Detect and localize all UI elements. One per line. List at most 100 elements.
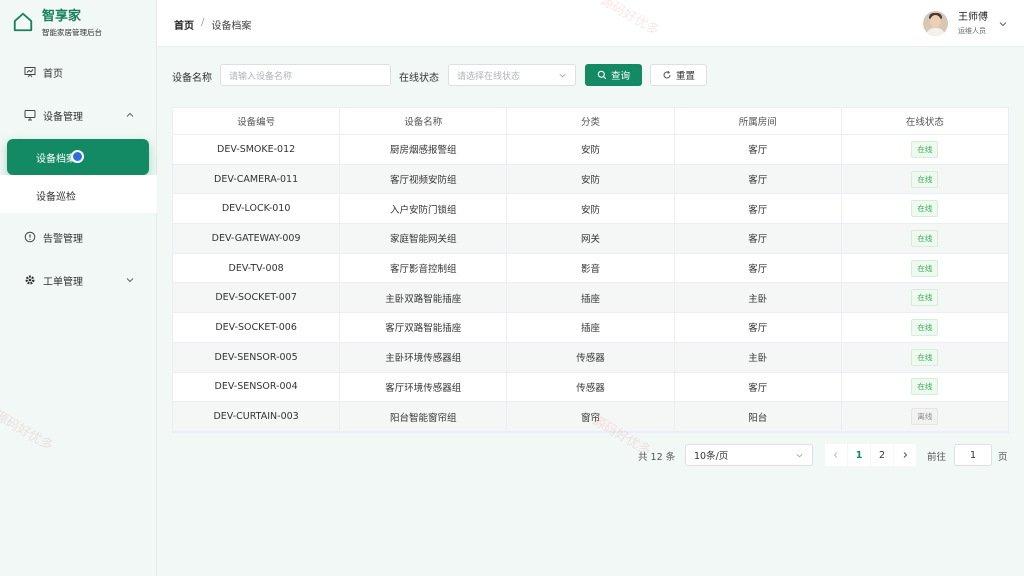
table-row[interactable]: DEV-CURTAIN-003 阳台智能窗帘组 窗帘 阳台 离线 (173, 402, 1008, 432)
table-row[interactable]: DEV-CAMERA-011 客厅视频安防组 安防 客厅 在线 (173, 164, 1008, 195)
next-page-button[interactable] (894, 444, 916, 466)
sidebar-item-alarm-management[interactable]: 告警管理 (0, 222, 157, 252)
table-cell-id: DEV-CAMERA-011 (173, 164, 341, 194)
table-cell-status: 在线 (842, 135, 1008, 164)
table-cell-room: 主卧 (675, 283, 842, 313)
sidebar-subitem-label: 设备档案 (36, 153, 76, 165)
search-icon (597, 70, 607, 80)
breadcrumb-home[interactable]: 首页 (174, 17, 194, 32)
table-row[interactable]: DEV-SMOKE-012 厨房烟感报警组 安防 客厅 在线 (173, 135, 1008, 165)
table-cell-id: DEV-SOCKET-007 (173, 283, 341, 313)
table-cell-status: 在线 (842, 373, 1008, 402)
status-badge: 在线 (911, 229, 939, 247)
brand-logo: 智享家 智能家居管理后台 (12, 9, 102, 38)
sidebar-item-work-order-management[interactable]: 工单管理 (0, 265, 157, 295)
chevron-down-icon[interactable] (998, 19, 1008, 29)
status-badge: 在线 (911, 259, 939, 277)
pagination-total: 共 12 条 (638, 452, 676, 463)
table-cell-room: 客厅 (675, 313, 842, 342)
status-badge: 在线 (911, 378, 939, 396)
home-logo-icon (13, 12, 33, 32)
status-badge: 离线 (911, 408, 939, 426)
table-cell-name: 主卧环境传感器组 (340, 342, 508, 372)
query-button-label: 查询 (610, 71, 630, 82)
table-cell-id: DEV-GATEWAY-009 (173, 224, 341, 253)
column-header: 设备名称 (340, 108, 508, 134)
brand-subtitle: 智能家居管理后台 (42, 28, 102, 37)
table-row[interactable]: DEV-GATEWAY-009 家庭智能网关组 网关 客厅 在线 (173, 224, 1008, 254)
table-cell-name: 主卧双路智能插座 (340, 283, 508, 313)
column-header: 在线状态 (905, 117, 944, 128)
table-row[interactable]: DEV-SOCKET-007 主卧双路智能插座 插座 主卧 在线 (173, 283, 1008, 314)
prev-page-button[interactable] (825, 444, 847, 466)
goto-page-input[interactable]: 1 (954, 444, 992, 466)
breadcrumb: 首页 / 设备档案 (174, 17, 251, 32)
chevron-down-icon (126, 278, 134, 283)
device-name-placeholder: 请输入设备名称 (229, 71, 293, 82)
user-name: 王师傅 (958, 11, 988, 23)
sidebar-item-device-management[interactable]: 设备管理 (0, 100, 157, 130)
device-table: 设备编号 设备名称 分类 所属房间 在线状态 DEV-SMOKE-012 厨房烟感… (172, 107, 1009, 433)
status-badge: 在线 (911, 200, 939, 218)
table-cell-room: 客厅 (675, 372, 842, 402)
table-row[interactable]: DEV-LOCK-010 入户安防门锁组 安防 客厅 在线 (173, 194, 1008, 225)
reset-button-label: 重置 (675, 71, 695, 82)
online-status-label: 在线状态 (399, 73, 439, 84)
table-cell-category: 安防 (507, 135, 675, 164)
table-cell-room: 客厅 (675, 224, 842, 253)
status-badge: 在线 (911, 140, 939, 158)
table-cell-id: DEV-CURTAIN-003 (173, 402, 341, 431)
user-menu[interactable]: 王师傅 运维人员 (923, 11, 1008, 36)
mouse-cursor-indicator (71, 150, 84, 163)
table-cell-room: 阳台 (675, 402, 842, 431)
breadcrumb-separator: / (201, 17, 205, 28)
table-cell-category: 影音 (507, 253, 675, 283)
table-cell-id: DEV-LOCK-010 (173, 194, 341, 224)
breadcrumb-current: 设备档案 (211, 21, 252, 32)
table-cell-name: 客厅环境传感器组 (340, 372, 508, 402)
online-status-select[interactable]: 请选择在线状态 (448, 64, 576, 86)
table-cell-id: DEV-TV-008 (173, 253, 341, 283)
table-cell-name: 客厅影音控制组 (340, 253, 508, 283)
sidebar-subitem-label: 设备巡检 (36, 191, 76, 203)
column-header: 所属房间 (675, 108, 842, 134)
page-size-select[interactable]: 10条/页 (685, 444, 813, 466)
status-badge: 在线 (911, 348, 939, 366)
sidebar-subitem-device-inspection[interactable]: 设备巡检 (7, 177, 149, 213)
table-cell-room: 主卧 (675, 342, 842, 372)
top-header: 首页 / 设备档案 王师傅 运维人员 (157, 0, 1024, 47)
gear-icon (24, 274, 36, 286)
status-badge: 在线 (911, 289, 939, 307)
query-button[interactable]: 查询 (585, 64, 642, 86)
table-cell-name: 入户安防门锁组 (340, 194, 508, 224)
table-cell-category: 安防 (507, 194, 675, 224)
sidebar-item-label: 告警管理 (43, 233, 83, 245)
table-row[interactable]: DEV-SENSOR-005 主卧环境传感器组 传感器 主卧 在线 (173, 342, 1008, 373)
table-cell-status: 在线 (842, 194, 1008, 223)
page-size-value: 10条/页 (694, 451, 729, 462)
table-row[interactable]: DEV-SOCKET-006 客厅双路智能插座 插座 客厅 在线 (173, 313, 1008, 343)
online-status-placeholder: 请选择在线状态 (457, 71, 521, 82)
table-cell-category: 插座 (507, 283, 675, 313)
chevron-right-icon (903, 452, 908, 458)
table-row[interactable]: DEV-TV-008 客厅影音控制组 影音 客厅 在线 (173, 253, 1008, 284)
table-cell-status: 在线 (842, 254, 1008, 283)
table-cell-category: 传感器 (507, 372, 675, 402)
table-cell-category: 安防 (507, 164, 675, 194)
device-name-label: 设备名称 (172, 73, 212, 84)
table-cell-category: 窗帘 (507, 402, 675, 431)
monitor-icon (24, 109, 36, 121)
reset-button[interactable]: 重置 (650, 64, 707, 86)
sidebar-item-home[interactable]: 首页 (0, 57, 157, 87)
chart-board-icon (24, 66, 36, 78)
table-header-row: 设备编号 设备名称 分类 所属房间 在线状态 (173, 108, 1008, 135)
table-row[interactable]: DEV-SENSOR-004 客厅环境传感器组 传感器 客厅 在线 (173, 372, 1008, 403)
avatar[interactable] (923, 11, 948, 36)
page-2-button[interactable]: 2 (871, 444, 893, 466)
device-name-input[interactable]: 请输入设备名称 (220, 64, 391, 86)
table-cell-name: 客厅视频安防组 (340, 164, 508, 194)
table-cell-category: 插座 (507, 313, 675, 342)
sidebar-item-label: 工单管理 (43, 276, 83, 288)
sidebar: 智享家 智能家居管理后台 首页 设备管理 设备档案 设备巡检 告警管理 工单管理 (0, 0, 157, 576)
page-1-button[interactable]: 1 (848, 444, 870, 466)
